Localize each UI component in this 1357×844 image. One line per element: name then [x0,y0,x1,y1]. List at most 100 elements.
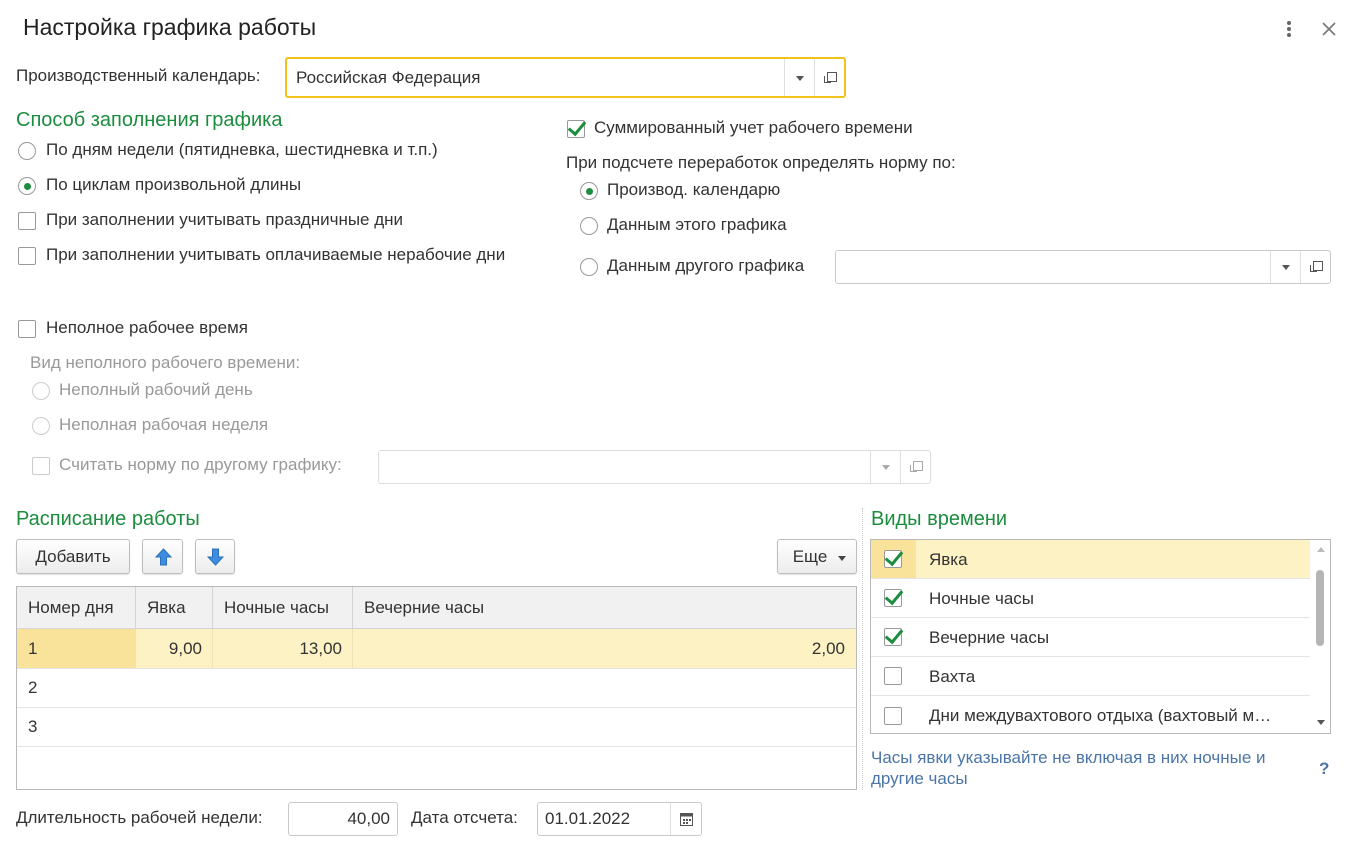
other-schedule-field[interactable] [835,250,1331,284]
move-up-button[interactable] [142,539,183,574]
fill-by-weekdays-radio[interactable] [18,142,36,160]
table-cell[interactable]: 13,00 [213,629,353,668]
chevron-down-icon[interactable] [870,451,900,483]
time-type-checkbox[interactable] [884,589,902,607]
scrollbar[interactable] [1311,540,1330,733]
part-time-label: Неполное рабочее время [46,318,249,337]
add-button[interactable]: Добавить [16,539,130,574]
table-cell[interactable] [353,708,856,746]
holidays-checkbox[interactable] [18,212,36,230]
norm-calendar-label: Производ. календарю [607,180,781,199]
fill-method-heading: Способ заполнения графика [16,109,283,131]
column-header[interactable]: Вечерние часы [353,587,856,628]
norm-this-schedule-radio[interactable] [580,217,598,235]
time-type-checkbox[interactable] [884,707,902,725]
calendar-field[interactable]: Российская Федерация [285,57,846,98]
help-icon[interactable]: ? [1319,759,1329,779]
divider [862,508,863,790]
list-item[interactable]: Ночные часы [871,579,1310,618]
table-cell[interactable] [213,669,353,707]
part-day-radio[interactable] [32,382,50,400]
table-cell[interactable]: 9,00 [136,629,213,668]
summed-checkbox[interactable] [567,120,585,138]
open-icon[interactable] [814,59,844,96]
fill-by-cycles-label: По циклам произвольной длины [46,175,302,194]
norm-other-schedule-label: Данным другого графика [607,256,805,275]
table-cell[interactable] [353,669,856,707]
time-types-list[interactable]: Явка Ночные часы Вечерние часы Вахта Дни… [870,539,1331,734]
table-cell[interactable]: 2,00 [353,629,856,668]
part-time-checkbox[interactable] [18,320,36,338]
time-type-label: Дни междувахтового отдыха (вахтовый м… [929,706,1272,725]
open-icon[interactable] [1300,251,1330,283]
time-type-checkbox[interactable] [884,667,902,685]
scroll-down-icon[interactable] [1317,720,1325,725]
time-type-label: Явка [929,550,968,569]
part-time-kind-label: Вид неполного рабочего времени: [30,353,301,372]
more-button[interactable]: Еще [777,539,857,574]
calendar-value: Российская Федерация [296,67,481,87]
close-icon[interactable] [1320,20,1338,38]
table-row[interactable]: 1 9,00 13,00 2,00 [17,629,856,669]
norm-other-label: Считать норму по другому графику: [59,455,342,474]
table-cell[interactable] [213,708,353,746]
time-type-checkbox[interactable] [884,550,902,568]
table-header: Номер дня Явка Ночные часы Вечерние часы [17,587,856,629]
table-row[interactable]: 2 [17,669,856,708]
time-types-heading: Виды времени [871,508,1008,530]
schedule-heading: Расписание работы [16,508,200,530]
list-item[interactable]: Вахта [871,657,1310,696]
page-title: Настройка графика работы [23,14,317,40]
norm-other-field[interactable] [378,450,931,484]
table-cell[interactable]: 2 [17,669,136,707]
table-cell[interactable] [136,708,213,746]
paid-nonworking-checkbox[interactable] [18,247,36,265]
chevron-down-icon [838,556,846,561]
part-week-label: Неполная рабочая неделя [59,415,269,434]
week-length-field[interactable]: 40,00 [288,802,398,836]
table-row[interactable]: 3 [17,708,856,747]
time-type-checkbox[interactable] [884,628,902,646]
table-cell[interactable] [136,669,213,707]
list-item[interactable]: Явка [871,540,1310,579]
add-button-label: Добавить [35,546,111,566]
column-header[interactable]: Явка [136,587,213,628]
time-types-hint: Часы явки указывайте не включая в них но… [871,748,1266,788]
calendar-label: Производственный календарь: [16,66,261,85]
time-type-label: Ночные часы [929,589,1035,608]
list-item[interactable]: Вечерние часы [871,618,1310,657]
fill-by-cycles-radio[interactable] [18,177,36,195]
list-item[interactable]: Дни междувахтового отдыха (вахтовый м… [871,696,1310,733]
table-cell[interactable]: 1 [17,629,136,668]
start-date-field[interactable]: 01.01.2022 [537,802,702,836]
week-length-label: Длительность рабочей недели: [16,808,263,827]
week-length-value: 40,00 [347,809,390,828]
start-date-value: 01.01.2022 [545,809,631,828]
part-day-label: Неполный рабочий день [59,380,253,399]
time-type-label: Вечерние часы [929,628,1050,647]
calendar-icon[interactable] [670,803,701,835]
chevron-down-icon[interactable] [1270,251,1300,283]
norm-calendar-radio[interactable] [580,182,598,200]
overtime-label: При подсчете переработок определять норм… [566,153,956,172]
open-icon[interactable] [900,451,930,483]
part-week-radio[interactable] [32,417,50,435]
column-header[interactable]: Ночные часы [213,587,353,628]
scroll-up-icon[interactable] [1317,547,1325,552]
arrow-down-icon [207,548,224,566]
start-date-label: Дата отсчета: [411,808,518,827]
fill-by-weekdays-label: По дням недели (пятидневка, шестидневка … [46,140,438,159]
norm-other-checkbox[interactable] [32,457,50,475]
arrow-up-icon [155,548,172,566]
scrollbar-thumb[interactable] [1316,570,1324,646]
more-vertical-icon[interactable] [1281,17,1297,41]
schedule-table[interactable]: Номер дня Явка Ночные часы Вечерние часы… [16,586,857,790]
move-down-button[interactable] [195,539,235,574]
column-header[interactable]: Номер дня [17,587,136,628]
paid-nonworking-label: При заполнении учитывать оплачиваемые не… [46,245,506,264]
summed-label: Суммированный учет рабочего времени [594,118,913,137]
chevron-down-icon[interactable] [784,59,814,96]
time-type-label: Вахта [929,667,976,686]
norm-other-schedule-radio[interactable] [580,258,598,276]
table-cell[interactable]: 3 [17,708,136,746]
